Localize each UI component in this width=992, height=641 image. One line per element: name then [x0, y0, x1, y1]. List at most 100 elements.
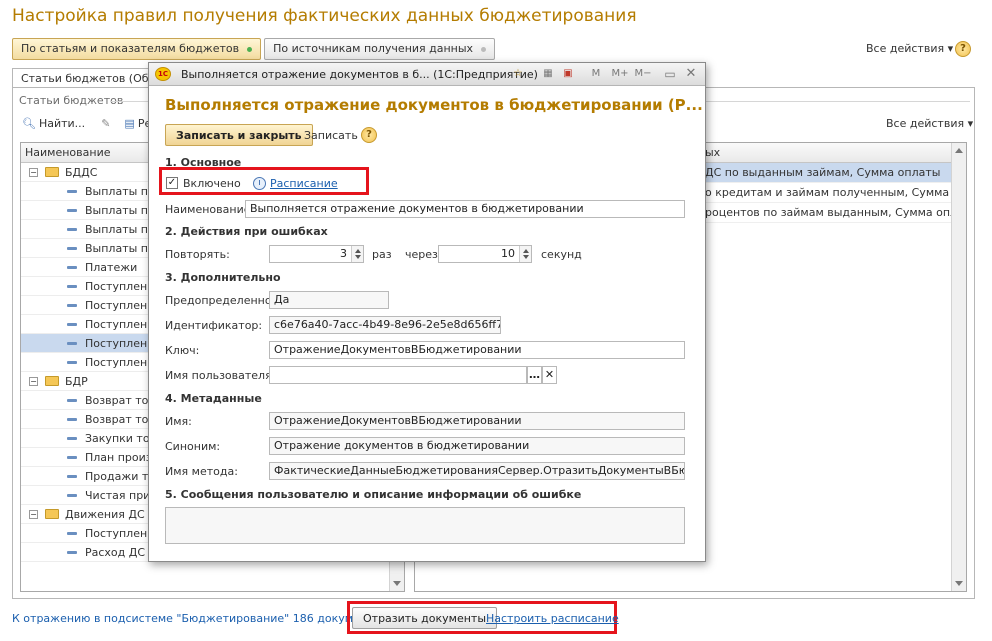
enabled-checkbox[interactable]: ✓ — [166, 177, 178, 189]
budget-item-icon — [67, 247, 77, 250]
budget-item-icon — [67, 456, 77, 459]
tree-row-label: Возврат тов — [85, 394, 155, 407]
scroll-down-icon[interactable] — [393, 581, 401, 586]
left-toolbar: 🔍︎ Найти... ✎ ▤ Ре — [22, 117, 151, 130]
page-title: Настройка правил получения фактических д… — [12, 6, 637, 26]
section-metadata-title: 4. Метаданные — [165, 392, 262, 405]
tab-label: По статьям и показателям бюджетов — [21, 42, 240, 55]
calculator-icon[interactable]: ▦ — [541, 67, 555, 81]
maximize-icon[interactable]: ▭ — [663, 67, 677, 81]
tree-row-label: Расход ДС — [85, 546, 146, 559]
spin-arrows-icon[interactable] — [519, 246, 531, 262]
budget-item-icon — [67, 209, 77, 212]
budget-item-icon — [67, 418, 77, 421]
documents-count-link[interactable]: К отражению в подсистеме "Бюджетирование… — [12, 612, 387, 625]
method-name-label: Имя метода: — [165, 465, 238, 478]
right-all-actions-menu[interactable]: Все действия ▾ — [886, 117, 973, 130]
tree-row-label: Выплаты по — [85, 185, 155, 198]
name-field[interactable]: Выполняется отражение документов в бюдже… — [245, 200, 685, 218]
find-label: Найти... — [38, 117, 86, 130]
key-field[interactable]: ОтражениеДокументовВБюджетировании — [269, 341, 685, 359]
identifier-label: Идентификатор: — [165, 319, 263, 332]
save-and-close-button[interactable]: Записать и закрыть — [165, 124, 313, 146]
find-button[interactable]: 🔍︎ Найти... — [22, 117, 85, 130]
clear-user-icon[interactable]: ✕ — [542, 366, 557, 384]
scroll-down-icon[interactable] — [955, 581, 963, 586]
budget-item-icon — [67, 190, 77, 193]
tree-row-label: Возврат тов — [85, 413, 155, 426]
sources-header-label: ых — [705, 146, 721, 159]
subtab-budget-items[interactable]: Статьи бюджетов (Обор — [12, 68, 152, 88]
via-label: через: — [405, 248, 442, 261]
budget-item-icon — [67, 494, 77, 497]
configure-schedule-link[interactable]: Настроить расписание — [486, 612, 619, 625]
schedule-link[interactable]: Расписание — [270, 177, 338, 190]
favorite-star-icon[interactable]: ☆ — [511, 67, 525, 81]
folder-icon — [45, 167, 59, 177]
dropdown-arrow-icon: ▾ — [967, 117, 974, 130]
budget-item-icon — [67, 228, 77, 231]
select-user-button[interactable]: … — [527, 366, 542, 384]
key-label: Ключ: — [165, 344, 200, 357]
1c-logo-icon: 1С — [155, 67, 171, 81]
repeat-label: Повторять: — [165, 248, 230, 261]
sources-table-row[interactable]: ДС по выданным займам, Сумма оплаты — [703, 163, 966, 183]
scroll-up-icon[interactable] — [955, 148, 963, 153]
tab-by-budget-items[interactable]: По статьям и показателям бюджетов — [12, 38, 262, 60]
name-label: Наименование: — [165, 203, 255, 216]
memory-plus-icon[interactable]: M+ — [610, 67, 630, 81]
method-name-field: ФактическиеДанныеБюджетированияСервер.От… — [269, 462, 685, 480]
budget-item-icon — [67, 361, 77, 364]
tab-by-data-sources[interactable]: По источникам получения данных — [264, 38, 496, 60]
dialog-window-title: Выполняется отражение документов в б... … — [181, 68, 538, 81]
section-errors-title: 2. Действия при ошибках — [165, 225, 328, 238]
user-name-field[interactable] — [269, 366, 527, 384]
help-icon[interactable]: ? — [955, 41, 971, 57]
user-name-label: Имя пользователя: — [165, 369, 276, 382]
synonym-label: Синоним: — [165, 440, 221, 453]
tree-row-label: Платежи — [85, 261, 138, 274]
all-actions-menu[interactable]: Все действия ▾ — [866, 42, 953, 55]
memory-minus-icon[interactable]: M− — [633, 67, 653, 81]
collapse-toggle-icon[interactable]: − — [29, 168, 38, 177]
tree-row-label: Поступлени — [85, 356, 155, 369]
interval-field[interactable]: 10 — [438, 245, 532, 263]
repeat-count-field[interactable]: 3 — [269, 245, 364, 263]
inactive-dot-icon — [481, 46, 487, 52]
group-label: Статьи бюджетов — [19, 94, 124, 107]
dialog-titlebar[interactable]: 1С Выполняется отражение документов в б.… — [149, 63, 705, 86]
clear-search-icon[interactable]: ✎ — [101, 117, 110, 130]
tree-row-label: Поступлен — [85, 280, 148, 293]
tree-row-label: БДР — [65, 375, 88, 388]
calendar-icon[interactable]: ▣ — [561, 67, 575, 81]
tree-row-label: Чистая приб — [85, 489, 158, 502]
active-dot-icon — [247, 46, 253, 52]
reflect-documents-button[interactable]: Отразить документы — [352, 607, 498, 629]
memory-m-icon[interactable]: M — [589, 67, 603, 81]
seconds-label: секунд — [541, 248, 582, 261]
help-icon[interactable]: ? — [361, 127, 377, 143]
sources-table-row[interactable]: роцентов по займам выданным, Сумма оплат… — [703, 203, 966, 223]
save-button[interactable]: Записать — [304, 129, 358, 142]
report-icon: ▤ — [124, 117, 135, 130]
repeat-count-value: 3 — [340, 247, 347, 260]
spin-arrows-icon[interactable] — [351, 246, 363, 262]
all-actions-label: Все действия — [866, 42, 945, 55]
close-icon[interactable]: ✕ — [684, 67, 698, 81]
job-properties-dialog: 1С Выполняется отражение документов в б.… — [148, 62, 706, 562]
times-label: раз — [372, 248, 392, 261]
tree-row-label: Закупки тов — [85, 432, 157, 445]
sources-table-row[interactable]: о кредитам и займам полученным, Сумма оп… — [703, 183, 966, 203]
tree-row-label: Поступлен — [85, 299, 148, 312]
collapse-toggle-icon[interactable]: − — [29, 377, 38, 386]
collapse-toggle-icon[interactable]: − — [29, 510, 38, 519]
budget-item-icon — [67, 437, 77, 440]
tree-row-label: Выплаты по — [85, 223, 155, 236]
all-actions-label: Все действия — [886, 117, 965, 130]
section-additional-title: 3. Дополнительно — [165, 271, 281, 284]
budget-item-icon — [67, 551, 77, 554]
interval-value: 10 — [501, 247, 515, 260]
sources-scrollbar[interactable] — [951, 143, 966, 591]
error-messages-area[interactable] — [165, 507, 685, 544]
tree-row-label: Поступлени — [85, 318, 155, 331]
